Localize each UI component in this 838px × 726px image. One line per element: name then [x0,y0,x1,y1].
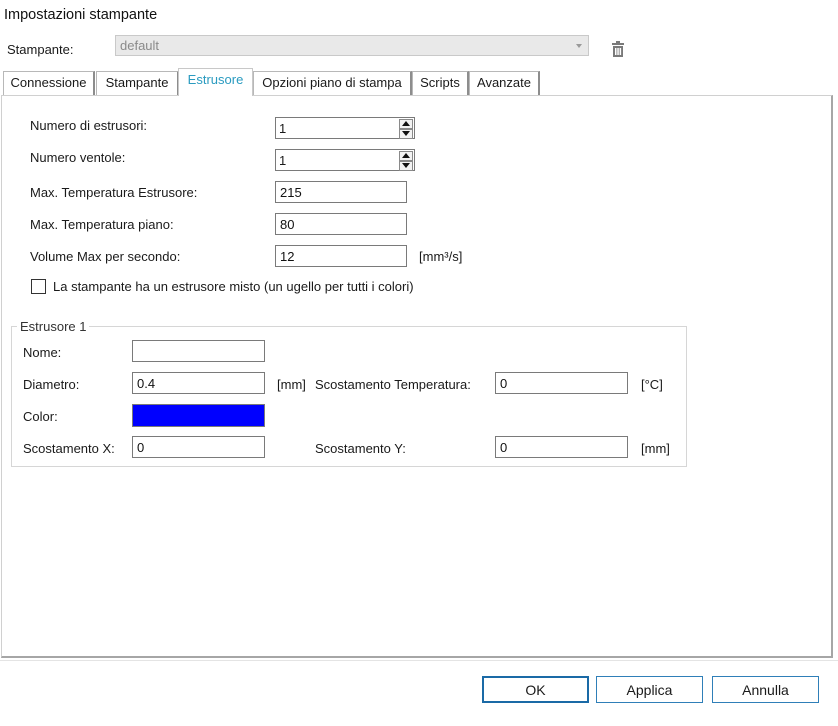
chevron-down-icon [576,44,582,48]
extruder-name-label: Nome: [23,345,62,360]
diameter-label: Diametro: [23,377,80,392]
num-extruders-value: 1 [279,121,287,136]
window-title: Impostazioni stampante [4,7,158,23]
num-fans-stepper[interactable]: 1 [275,149,415,171]
decrement-button[interactable] [399,129,413,139]
max-bed-temp-label: Max. Temperatura piano: [30,217,174,232]
temp-offset-unit: [°C] [641,377,663,392]
temp-offset-label: Scostamento Temperatura: [315,377,471,392]
offset-x-label: Scostamento X: [23,441,115,456]
max-volume-input[interactable] [275,245,407,267]
printer-select-value: default [120,38,160,53]
offset-y-unit: [mm] [641,441,670,456]
diameter-unit: [mm] [277,377,306,392]
printer-select[interactable]: default [115,35,589,56]
max-volume-label: Volume Max per secondo: [30,249,181,264]
extruder1-group-title: Estrusore 1 [17,319,90,334]
max-bed-temp-input[interactable] [275,213,407,235]
color-label: Color: [23,409,58,424]
offset-y-input[interactable] [495,436,628,458]
apply-button[interactable]: Applica [596,676,703,703]
num-extruders-label: Numero di estrusori: [30,118,148,133]
tab-estrusore[interactable]: Estrusore [178,68,253,96]
diameter-input[interactable] [132,372,265,394]
increment-button[interactable] [399,119,413,129]
num-fans-label: Numero ventole: [30,150,126,165]
printer-label: Stampante: [7,42,74,57]
max-volume-unit: [mm³/s] [419,249,463,264]
cancel-button[interactable]: Annulla [712,676,819,703]
max-extruder-temp-label: Max. Temperatura Estrusore: [30,185,198,200]
footer-divider [0,660,838,661]
tab-connessione[interactable]: Connessione [3,71,95,95]
trash-icon[interactable] [610,41,626,61]
num-fans-value: 1 [279,153,287,168]
ok-button[interactable]: OK [482,676,589,703]
increment-button[interactable] [399,151,413,161]
offset-y-label: Scostamento Y: [315,441,406,456]
max-extruder-temp-input[interactable] [275,181,407,203]
mixing-extruder-label: La stampante ha un estrusore misto (un u… [53,279,414,294]
num-extruders-stepper[interactable]: 1 [275,117,415,139]
extruder-name-input[interactable] [132,340,265,362]
decrement-button[interactable] [399,161,413,171]
temp-offset-input[interactable] [495,372,628,394]
tab-scripts[interactable]: Scripts [412,71,469,95]
tab-opzioni-piano[interactable]: Opzioni piano di stampa [253,71,412,95]
offset-x-input[interactable] [132,436,265,458]
tab-avanzate[interactable]: Avanzate [469,71,540,95]
mixing-extruder-checkbox[interactable] [31,279,46,294]
color-swatch[interactable] [132,404,265,427]
tab-stampante[interactable]: Stampante [96,71,179,95]
